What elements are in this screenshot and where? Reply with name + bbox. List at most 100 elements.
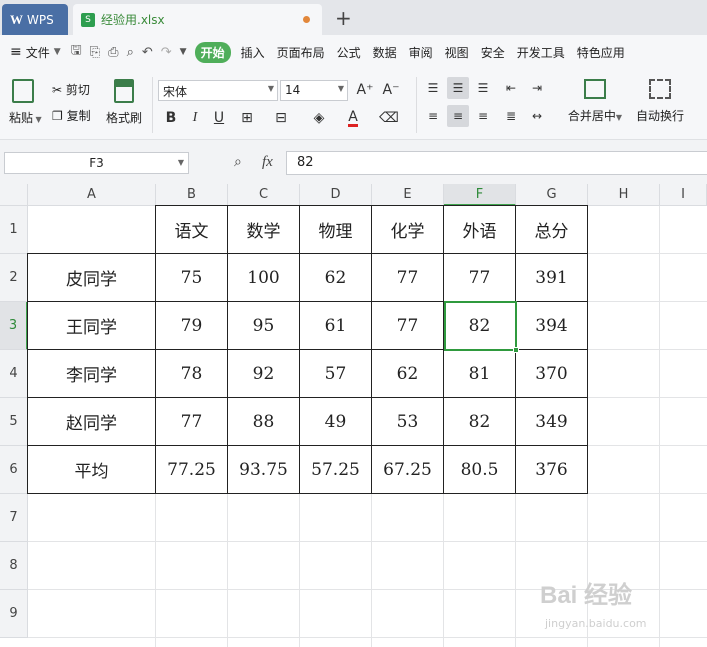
- cell-d6[interactable]: 57.25: [300, 446, 371, 493]
- row-header-1[interactable]: 1: [0, 206, 28, 254]
- increase-font-icon[interactable]: A⁺: [354, 79, 376, 101]
- cell-f1[interactable]: 外语: [444, 206, 515, 253]
- row-header-9[interactable]: 9: [0, 590, 28, 638]
- increase-indent-icon[interactable]: ⇥: [526, 77, 548, 99]
- cell-b3[interactable]: 79: [156, 302, 227, 349]
- cell-c4[interactable]: 92: [228, 350, 299, 397]
- cell-a6[interactable]: 平均: [28, 446, 155, 493]
- tab-formulas[interactable]: 公式: [331, 44, 367, 61]
- tab-page-layout[interactable]: 页面布局: [271, 44, 331, 61]
- align-bottom-icon[interactable]: ☰: [472, 77, 494, 99]
- cut-button[interactable]: ✂ 剪切: [52, 81, 90, 98]
- cell-g2[interactable]: 391: [516, 254, 587, 301]
- select-all-corner[interactable]: [0, 184, 28, 206]
- font-size-select[interactable]: 14 ▼: [280, 80, 348, 101]
- tab-home[interactable]: 开始: [194, 41, 231, 63]
- row-header-4[interactable]: 4: [0, 350, 28, 398]
- row-header-2[interactable]: 2: [0, 254, 28, 302]
- cell-a4[interactable]: 李同学: [28, 350, 155, 397]
- cell-f6[interactable]: 80.5: [444, 446, 515, 493]
- tab-review[interactable]: 审阅: [403, 44, 439, 61]
- cell-c1[interactable]: 数学: [228, 206, 299, 253]
- cell-d2[interactable]: 62: [300, 254, 371, 301]
- row-header-5[interactable]: 5: [0, 398, 28, 446]
- decrease-font-icon[interactable]: A⁻: [380, 79, 402, 101]
- font-name-select[interactable]: 宋体 ▼: [158, 80, 278, 101]
- column-header-e[interactable]: E: [372, 184, 444, 206]
- column-header-b[interactable]: B: [156, 184, 228, 206]
- underline-button[interactable]: U: [208, 107, 230, 129]
- tab-insert[interactable]: 插入: [235, 44, 271, 61]
- cell-g3[interactable]: 394: [516, 302, 587, 349]
- wps-home-tab[interactable]: W WPS: [2, 4, 68, 35]
- column-header-f[interactable]: F: [444, 184, 516, 206]
- cell-g6[interactable]: 376: [516, 446, 587, 493]
- fill-handle[interactable]: [513, 347, 519, 353]
- align-middle-icon[interactable]: ☰: [447, 77, 469, 99]
- cell-f5[interactable]: 82: [444, 398, 515, 445]
- align-left-icon[interactable]: ≡: [422, 105, 444, 127]
- formula-input[interactable]: 82: [286, 151, 707, 175]
- file-menu[interactable]: ≡ 文件 ▼: [0, 44, 67, 61]
- column-header-c[interactable]: C: [228, 184, 300, 206]
- column-header-g[interactable]: G: [516, 184, 588, 206]
- cell-f2[interactable]: 77: [444, 254, 515, 301]
- format-painter-button[interactable]: 格式刷: [106, 79, 142, 126]
- cell-e2[interactable]: 77: [372, 254, 443, 301]
- cell-b1[interactable]: 语文: [156, 206, 227, 253]
- cell-c2[interactable]: 100: [228, 254, 299, 301]
- print-preview-icon[interactable]: ⌕: [123, 45, 138, 60]
- tab-data[interactable]: 数据: [367, 44, 403, 61]
- cell-a1[interactable]: [28, 206, 155, 253]
- undo-icon[interactable]: ↶: [138, 45, 157, 60]
- more-chevron-icon[interactable]: ▼: [176, 47, 191, 57]
- cell-b2[interactable]: 75: [156, 254, 227, 301]
- cell-d3[interactable]: 61: [300, 302, 371, 349]
- cell-a5[interactable]: 赵同学: [28, 398, 155, 445]
- redo-icon[interactable]: ↷: [157, 45, 176, 60]
- distribute-icon[interactable]: ↔: [526, 105, 548, 127]
- name-box[interactable]: F3 ▼: [4, 152, 189, 174]
- cell-d5[interactable]: 49: [300, 398, 371, 445]
- cell-b4[interactable]: 78: [156, 350, 227, 397]
- column-header-i[interactable]: I: [660, 184, 707, 206]
- cell-b6[interactable]: 77.25: [156, 446, 227, 493]
- cell-style-icon[interactable]: ⊟: [270, 107, 292, 129]
- cell-c6[interactable]: 93.75: [228, 446, 299, 493]
- cell-a3[interactable]: 王同学: [28, 302, 155, 349]
- cell-g4[interactable]: 370: [516, 350, 587, 397]
- function-icon[interactable]: fx: [262, 154, 273, 171]
- bold-button[interactable]: B: [160, 107, 182, 129]
- cell-g1[interactable]: 总分: [516, 206, 587, 253]
- font-color-icon[interactable]: A: [342, 107, 364, 129]
- wrap-text-button[interactable]: 自动换行: [634, 79, 686, 124]
- cell-g5[interactable]: 349: [516, 398, 587, 445]
- copy-button[interactable]: ❐ 复制: [52, 107, 91, 124]
- paste-button[interactable]: 粘贴 ▼: [9, 79, 42, 126]
- print-icon[interactable]: ⎙: [104, 45, 122, 60]
- align-top-icon[interactable]: ☰: [422, 77, 444, 99]
- align-right-icon[interactable]: ≡: [472, 105, 494, 127]
- row-header-8[interactable]: 8: [0, 542, 28, 590]
- borders-icon[interactable]: ⊞: [236, 107, 258, 129]
- cell-b5[interactable]: 77: [156, 398, 227, 445]
- justify-icon[interactable]: ≣: [500, 105, 522, 127]
- tab-view[interactable]: 视图: [439, 44, 475, 61]
- row-header-7[interactable]: 7: [0, 494, 28, 542]
- clear-format-icon[interactable]: ⌫: [378, 107, 400, 129]
- cell-d4[interactable]: 57: [300, 350, 371, 397]
- fill-color-icon[interactable]: ◈: [308, 107, 330, 129]
- document-tab[interactable]: S 经验用.xlsx: [73, 4, 322, 35]
- cell-f4[interactable]: 81: [444, 350, 515, 397]
- column-header-h[interactable]: H: [588, 184, 660, 206]
- italic-button[interactable]: I: [184, 107, 206, 129]
- align-center-icon[interactable]: ≡: [447, 105, 469, 127]
- column-header-d[interactable]: D: [300, 184, 372, 206]
- cell-c3[interactable]: 95: [228, 302, 299, 349]
- decrease-indent-icon[interactable]: ⇤: [500, 77, 522, 99]
- column-header-a[interactable]: A: [28, 184, 156, 206]
- cell-d1[interactable]: 物理: [300, 206, 371, 253]
- save-icon[interactable]: 🖫: [67, 41, 86, 63]
- cell-a2[interactable]: 皮同学: [28, 254, 155, 301]
- merge-center-button[interactable]: 合并居中▼: [566, 79, 624, 124]
